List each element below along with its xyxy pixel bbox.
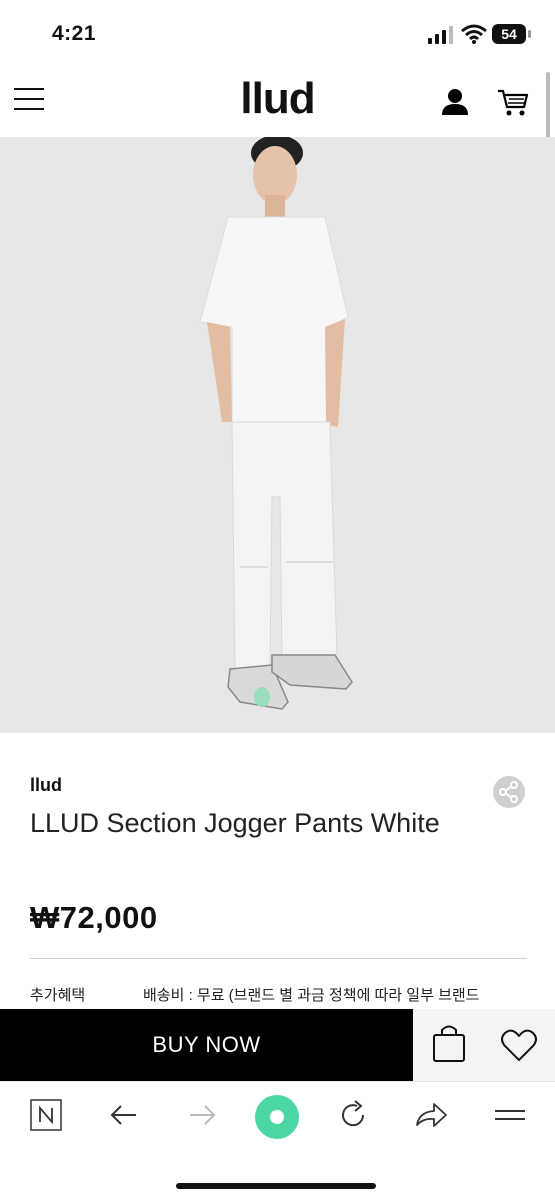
more-menu-icon[interactable]	[493, 1098, 527, 1132]
product-price: ₩72,000	[30, 900, 158, 935]
status-bar: 4:21 54	[0, 0, 555, 66]
add-to-bag-button[interactable]	[413, 1009, 484, 1081]
cart-icon[interactable]	[497, 88, 529, 118]
cellular-signal-icon	[428, 26, 453, 44]
product-name: LLUD Section Jogger Pants White	[30, 808, 440, 838]
user-icon[interactable]	[441, 88, 469, 116]
battery-cap	[528, 30, 531, 38]
product-image	[0, 137, 555, 733]
product-brand[interactable]: llud	[30, 775, 62, 796]
benefits-value: 배송비 : 무료 (브랜드 별 과금 정책에 따라 일부 브랜드	[143, 987, 480, 1004]
wifi-icon	[461, 24, 487, 44]
back-arrow-icon[interactable]	[108, 1098, 140, 1132]
share-button[interactable]	[493, 776, 525, 808]
naver-icon[interactable]	[30, 1098, 62, 1132]
share-arrow-icon[interactable]	[414, 1098, 448, 1132]
benefits-label: 추가혜택	[30, 987, 86, 1004]
shopping-bag-icon	[433, 1025, 465, 1062]
home-indicator	[176, 1183, 376, 1189]
share-icon	[499, 781, 518, 803]
wishlist-button[interactable]	[484, 1009, 555, 1081]
heart-icon	[501, 1029, 537, 1061]
home-circle-icon[interactable]	[254, 1094, 300, 1140]
battery-indicator: 54	[492, 24, 526, 44]
buy-now-button[interactable]: BUY NOW	[0, 1009, 413, 1081]
refresh-icon[interactable]	[337, 1098, 369, 1132]
forward-arrow-icon[interactable]	[186, 1098, 218, 1132]
divider	[30, 958, 527, 959]
site-logo[interactable]: llud	[0, 74, 555, 124]
clock: 4:21	[52, 22, 97, 45]
